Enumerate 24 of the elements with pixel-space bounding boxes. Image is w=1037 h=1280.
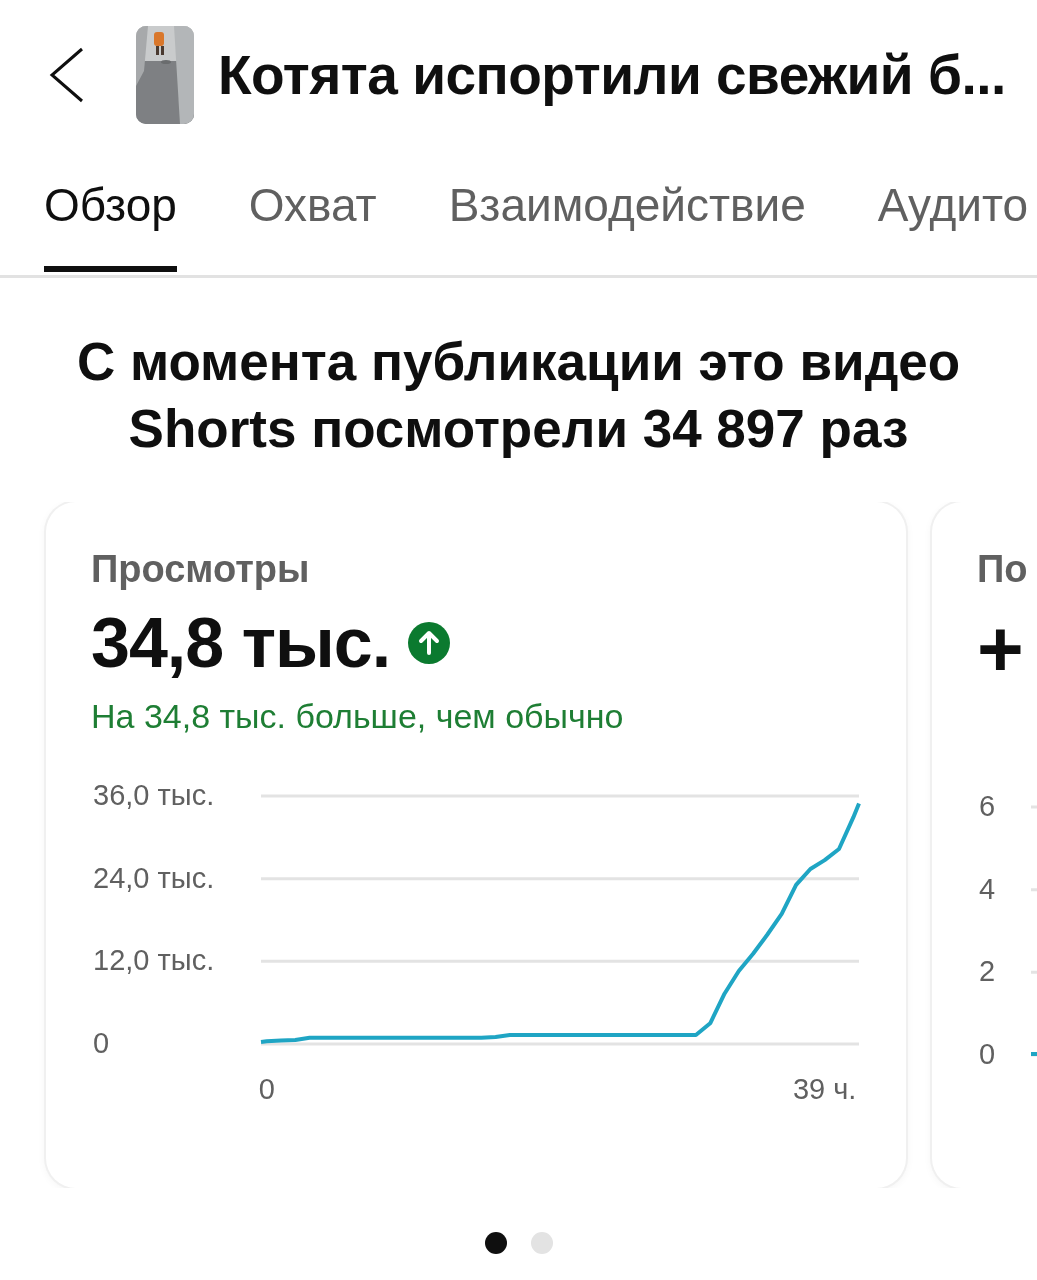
tab[interactable]: Охват — [248, 150, 377, 272]
axis-label: 12,0 тыс. — [93, 944, 215, 977]
comparison-text: На 34,8 тыс. больше, чем обычно — [91, 697, 624, 736]
axis-label: 0 — [258, 1073, 275, 1105]
axis-label: 4 — [979, 872, 996, 905]
stat-value: 34,8 тыс. — [91, 603, 391, 683]
video-title: Котята испортили свежий б... — [218, 43, 1006, 107]
card-title: По — [977, 548, 1028, 591]
page-dot[interactable] — [484, 1232, 507, 1254]
stat-value: + — [977, 603, 1023, 695]
axis-label: 6 — [979, 790, 996, 822]
tab[interactable]: Взаимодействие — [448, 150, 806, 272]
axis-label: 2 — [979, 955, 996, 988]
tab[interactable]: Аудито — [877, 150, 1029, 272]
axis-label: 0 — [979, 1038, 996, 1070]
subscribers-line — [1031, 1052, 1037, 1056]
card-title: Просмотры — [91, 548, 310, 591]
axis-label: 24,0 тыс. — [93, 861, 215, 894]
axis-label: 36,0 тыс. — [93, 779, 215, 811]
axis-label: 0 — [93, 1027, 110, 1059]
page-dot[interactable] — [530, 1232, 553, 1254]
tab[interactable]: Обзор — [44, 150, 177, 272]
axis-label: 39 ч. — [792, 1073, 857, 1105]
summary-heading: С момента публикации это видео Shorts посмотрели 34 897 раз — [75, 331, 962, 460]
